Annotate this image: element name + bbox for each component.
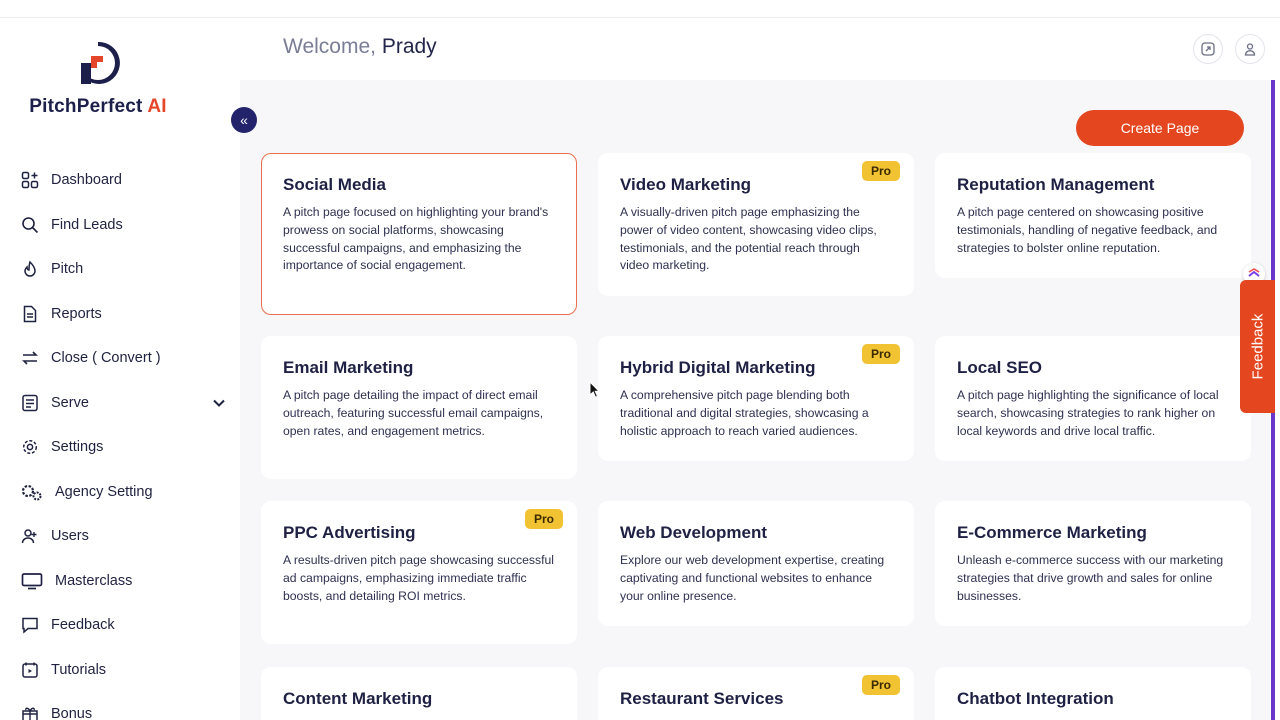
user-icon	[1244, 43, 1256, 56]
card-title: E-Commerce Marketing	[957, 523, 1147, 542]
card-title: Reputation Management	[957, 175, 1155, 194]
sidebar-item-bonus[interactable]: Bonus	[20, 692, 226, 720]
gift-icon	[20, 704, 40, 720]
card-description: A pitch page centered on showcasing posi…	[957, 205, 1218, 255]
pro-badge: Pro	[861, 675, 900, 695]
sidebar-item-label: Dashboard	[51, 172, 122, 189]
card-title: PPC Advertising	[283, 523, 416, 542]
sidebar-item-reports[interactable]: Reports	[20, 292, 226, 337]
card-description: A comprehensive pitch page blending both…	[620, 388, 869, 438]
users-icon	[20, 526, 40, 546]
card-title: Video Marketing	[620, 175, 751, 194]
card-title: Local SEO	[957, 358, 1043, 377]
sidebar-item-tutorials[interactable]: Tutorials	[20, 648, 226, 693]
sidebar-item-find-leads[interactable]: Find Leads	[20, 203, 226, 248]
feedback-tab-label: Feedback	[1249, 313, 1266, 380]
card-description: A pitch page detailing the impact of dir…	[283, 388, 544, 438]
dashboard-icon	[20, 170, 40, 190]
serve-icon	[20, 393, 40, 413]
card-description: Explore our web development expertise, c…	[620, 553, 885, 603]
template-card-web-development[interactable]: Web Development Explore our web developm…	[598, 501, 914, 626]
template-card-social-media[interactable]: Social Media A pitch page focused on hig…	[261, 153, 577, 315]
sidebar-item-label: Agency Setting	[55, 483, 153, 500]
card-description: A results-driven pitch page showcasing s…	[283, 553, 554, 603]
convert-icon	[20, 348, 40, 368]
card-title: Web Development	[620, 523, 768, 542]
sidebar-item-pitch[interactable]: Pitch	[20, 247, 226, 292]
page-title: Welcome, Prady	[283, 35, 437, 58]
tutorial-icon	[20, 660, 40, 680]
template-card-ppc-advertising[interactable]: Pro PPC Advertising A results-driven pit…	[261, 501, 577, 644]
sidebar-item-label: Serve	[51, 394, 89, 411]
template-card-e-commerce-marketing[interactable]: E-Commerce Marketing Unleash e-commerce …	[935, 501, 1251, 626]
template-card-content-marketing[interactable]: Content Marketing	[261, 667, 577, 720]
search-icon	[20, 215, 40, 235]
chat-icon	[20, 615, 40, 635]
sidebar-item-label: Settings	[51, 439, 104, 456]
gear-icon	[20, 437, 40, 457]
card-title: Restaurant Services	[620, 689, 784, 708]
sidebar-item-label: Pitch	[51, 261, 84, 278]
mouse-cursor-icon	[589, 381, 601, 398]
report-icon	[20, 304, 40, 324]
pro-badge: Pro	[524, 509, 563, 529]
card-description: A pitch page highlighting the significan…	[957, 388, 1219, 438]
sidebar-item-label: Bonus	[51, 706, 93, 720]
template-card-local-seo[interactable]: Local SEO A pitch page highlighting the …	[935, 336, 1251, 461]
brand-name: PitchPerfect AI	[29, 96, 167, 117]
sidebar-item-feedback[interactable]: Feedback	[20, 603, 226, 648]
double-chevron-left-icon: «	[240, 112, 248, 128]
pitch-icon	[20, 259, 40, 279]
sidebar-item-label: Close ( Convert )	[51, 350, 161, 367]
template-card-reputation-management[interactable]: Reputation Management A pitch page cente…	[935, 153, 1251, 278]
profile-button[interactable]	[1235, 34, 1265, 64]
feedback-tab[interactable]: Feedback	[1240, 280, 1275, 413]
template-card-restaurant-services[interactable]: Pro Restaurant Services	[598, 667, 914, 720]
sidebar-item-serve[interactable]: Serve	[20, 381, 226, 426]
agency-gear-icon	[20, 482, 44, 502]
card-title: Email Marketing	[283, 358, 414, 377]
card-title: Content Marketing	[283, 689, 433, 708]
sidebar-item-close-convert[interactable]: Close ( Convert )	[20, 336, 226, 381]
template-card-email-marketing[interactable]: Email Marketing A pitch page detailing t…	[261, 336, 577, 479]
sidebar-nav: Dashboard Find Leads Pitch Reports Close…	[20, 158, 226, 720]
brand-mark-icon	[81, 41, 120, 84]
sidebar-item-users[interactable]: Users	[20, 514, 226, 559]
expand-icon	[1201, 42, 1215, 56]
card-description: A visually-driven pitch page emphasizing…	[620, 205, 877, 273]
sidebar-item-settings[interactable]: Settings	[20, 425, 226, 470]
template-card-chatbot-integration[interactable]: Chatbot Integration	[935, 667, 1251, 720]
create-page-button[interactable]: Create Page	[1076, 110, 1244, 146]
card-title: Chatbot Integration	[957, 689, 1114, 708]
pro-badge: Pro	[861, 161, 900, 181]
sidebar-item-label: Masterclass	[55, 572, 133, 589]
chevron-down-icon[interactable]	[212, 396, 226, 410]
template-card-video-marketing[interactable]: Pro Video Marketing A visually-driven pi…	[598, 153, 914, 296]
sidebar-item-label: Feedback	[51, 617, 115, 634]
card-description: Unleash e-commerce success with our mark…	[957, 553, 1224, 603]
card-description: A pitch page focused on highlighting you…	[283, 205, 549, 273]
template-card-hybrid-digital-marketing[interactable]: Pro Hybrid Digital Marketing A comprehen…	[598, 336, 914, 461]
sidebar-item-label: Tutorials	[51, 661, 107, 678]
card-title: Hybrid Digital Marketing	[620, 358, 816, 377]
sidebar: PitchPerfect AI Dashboard Find Leads Pit…	[0, 18, 240, 720]
sidebar-item-masterclass[interactable]: Masterclass	[20, 559, 226, 604]
sidebar-item-dashboard[interactable]: Dashboard	[20, 158, 226, 203]
top-strip	[0, 0, 1280, 18]
collapse-sidebar-button[interactable]: «	[231, 107, 257, 133]
expand-button[interactable]	[1193, 34, 1223, 64]
card-title: Social Media	[283, 175, 386, 194]
pro-badge: Pro	[861, 344, 900, 364]
monitor-icon	[20, 571, 44, 591]
sidebar-item-agency-setting[interactable]: Agency Setting	[20, 470, 226, 515]
sidebar-item-label: Reports	[51, 305, 102, 322]
sidebar-item-label: Users	[51, 528, 89, 545]
sidebar-item-label: Find Leads	[51, 216, 123, 233]
brand-logo[interactable]: PitchPerfect AI	[0, 40, 196, 118]
